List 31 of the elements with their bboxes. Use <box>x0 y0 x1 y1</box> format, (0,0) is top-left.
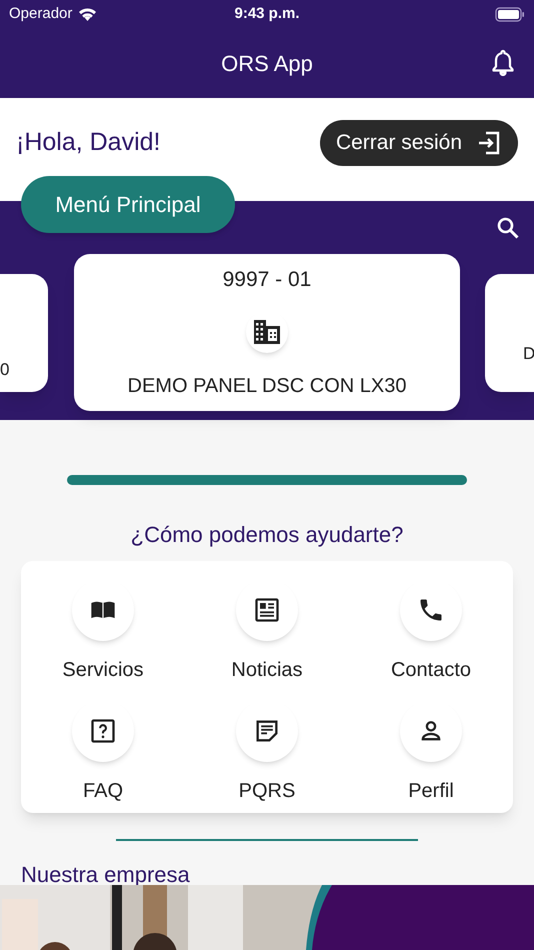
account-name: 0 <box>0 358 10 380</box>
question-icon[interactable] <box>72 700 134 762</box>
logout-button[interactable]: Cerrar sesión <box>320 120 518 166</box>
search-icon[interactable] <box>496 216 520 240</box>
service-label[interactable]: Servicios <box>62 655 144 685</box>
carrier-name: Operador <box>9 4 72 24</box>
logout-icon <box>476 130 502 156</box>
building-icon <box>246 311 288 353</box>
service-label[interactable]: FAQ <box>82 776 123 806</box>
battery-icon <box>495 6 525 22</box>
greeting-text: ¡Hola, David! <box>16 126 160 158</box>
service-label[interactable]: Perfil <box>408 776 454 806</box>
company-heading: Nuestra empresa <box>21 861 191 889</box>
service-label[interactable]: PQRS <box>238 776 296 806</box>
app-title: ORS App <box>221 50 313 78</box>
account-name: DEMO PANEL DSC CON LX30 <box>126 374 408 399</box>
book-icon[interactable] <box>72 579 134 641</box>
notification-bell-icon[interactable] <box>491 49 515 76</box>
service-label[interactable]: Contacto <box>390 655 472 685</box>
help-heading: ¿Cómo podemos ayudarte? <box>130 521 404 549</box>
clock-time: 9:43 p.m. <box>234 4 300 24</box>
wifi-icon <box>78 7 98 21</box>
newspaper-icon[interactable] <box>236 579 298 641</box>
person-icon[interactable] <box>400 700 462 762</box>
account-card[interactable]: 9997 - 01 DEMO PANEL DSC CON LX30 <box>74 254 460 411</box>
phone-icon[interactable] <box>400 579 462 641</box>
service-label[interactable]: Noticias <box>231 655 303 685</box>
account-card[interactable]: 0 <box>0 274 48 392</box>
note-icon[interactable] <box>236 700 298 762</box>
account-code: 9997 - 01 <box>222 267 312 293</box>
main-menu-button[interactable]: Menú Principal <box>21 176 235 233</box>
